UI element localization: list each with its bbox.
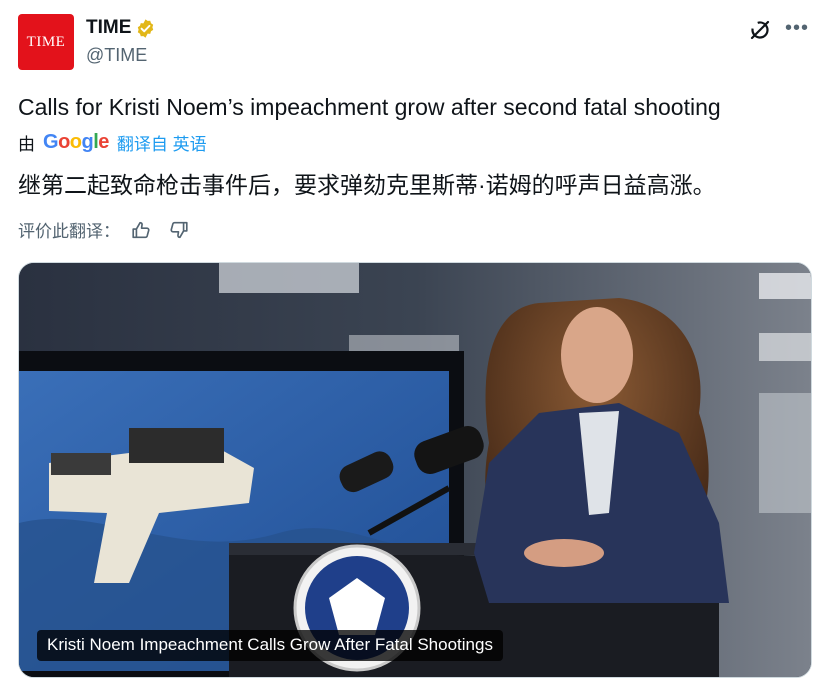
tweet-text: Calls for Kristi Noem’s impeachment grow…: [18, 94, 721, 120]
rate-translation-label: 评价此翻译：: [18, 222, 120, 241]
translate-source-link[interactable]: 翻译自 英语: [117, 130, 207, 155]
more-options-icon[interactable]: •••: [784, 17, 810, 41]
media-caption: Kristi Noem Impeachment Calls Grow After…: [37, 630, 503, 661]
press-conference-photo: [19, 263, 811, 677]
translated-by-prefix: 由: [18, 135, 35, 154]
thumbs-down-icon[interactable]: [168, 219, 190, 241]
author-handle[interactable]: @TIME: [86, 45, 147, 66]
avatar-logo-text: TIME: [26, 33, 66, 50]
rate-translation-row: 评价此翻译：: [18, 217, 206, 242]
thumbs-up-icon[interactable]: [130, 219, 152, 241]
tweet-header: TIME TIME @TIME •••: [18, 14, 818, 72]
avatar[interactable]: TIME: [18, 14, 74, 70]
google-logo: Google: [43, 131, 109, 153]
translated-tweet-text: 继第二起致命枪击事件后，要求弹劾克里斯蒂·诺姆的呼声日益高涨。: [18, 172, 716, 198]
verified-badge-icon[interactable]: [135, 18, 156, 39]
author-display-name[interactable]: TIME: [86, 17, 131, 39]
tweet-media-image[interactable]: Kristi Noem Impeachment Calls Grow After…: [18, 262, 812, 678]
grok-icon[interactable]: [748, 18, 772, 42]
translation-attribution: 由 Google 翻译自 英语: [18, 130, 207, 155]
author-name-row: TIME: [86, 17, 156, 39]
